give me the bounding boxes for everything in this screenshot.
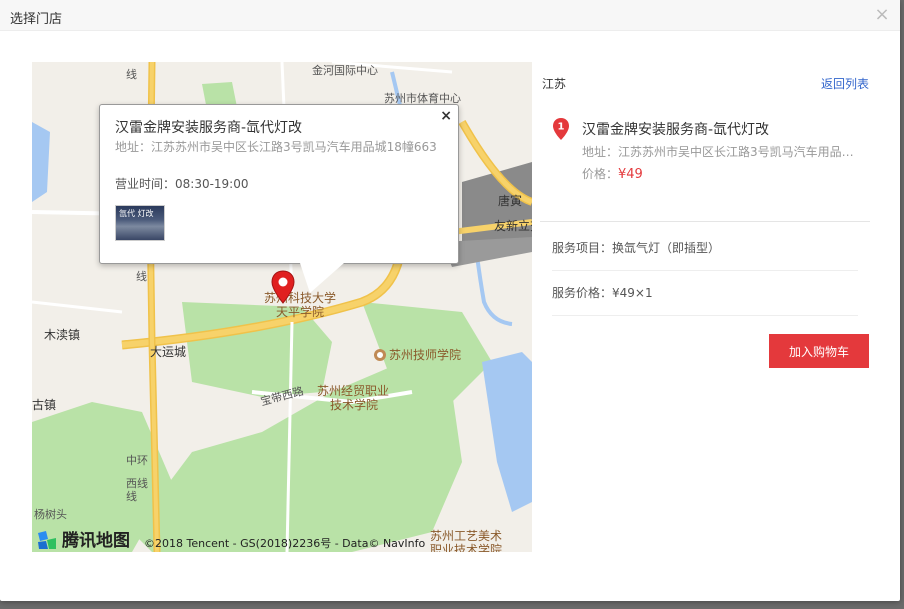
store-info-popup: × 汉雷金牌安装服务商-氙代灯改 地址：江苏苏州市吴中区长江路3号凯马汽车用品城…	[99, 104, 459, 264]
map-label-line-left: 线	[136, 270, 147, 283]
map-logo-text: 腾讯地图	[62, 531, 130, 551]
store-price: 价格：¥49	[582, 167, 643, 182]
popup-business-hours: 营业时间：08:30-19:00	[115, 177, 249, 191]
dialog-header: 选择门店 ×	[0, 0, 900, 31]
store-price-value: ¥49	[618, 167, 643, 182]
store-location-marker-icon[interactable]	[271, 270, 295, 304]
tencent-map-logo-icon	[38, 531, 56, 549]
map-label-youxinli: 友新立交	[494, 219, 532, 233]
store-index-number: 1	[558, 122, 565, 133]
map-copyright: ©2018 Tencent - GS(2018)2236号 - Data© Na…	[144, 537, 426, 550]
service-price-row: 服务价格：¥49×1	[552, 284, 858, 316]
store-address: 地址：江苏苏州市吴中区长江路3号凯马汽车用品城18幢663	[582, 145, 857, 159]
map-label-yangshu: 杨树头	[34, 508, 67, 521]
region-label: 江苏	[542, 77, 567, 91]
add-to-cart-button[interactable]: 加入购物车	[769, 334, 869, 368]
popup-pointer	[300, 263, 344, 293]
map-label-econ-college-2: 技术学院	[330, 398, 379, 412]
service-item-row: 服务项目：换氙气灯（即插型）	[552, 239, 858, 271]
store-index-pin-icon: 1	[553, 118, 569, 140]
map-label-tang: 唐寅	[498, 194, 523, 208]
map-provider-logo: 腾讯地图	[36, 526, 130, 551]
map-label-university-2: 天平学院	[276, 305, 325, 319]
close-icon[interactable]: ×	[872, 5, 892, 25]
thumbnail-sign-text: 氙代 灯改	[119, 209, 154, 218]
store-select-dialog: 选择门店 × 金河国际中心 苏州市体育中心 线 线 友新立 唐寅 木渎镇 大运城…	[0, 0, 900, 601]
map-label-arts-college-2: 职业技术学院	[430, 543, 503, 552]
map-label-zhonghuan-1: 中环	[126, 454, 148, 467]
dialog-title: 选择门店	[10, 12, 63, 27]
store-list-item[interactable]: 1 汉雷金牌安装服务商-氙代灯改 地址：江苏苏州市吴中区长江路3号凯马汽车用品城…	[540, 102, 870, 222]
store-map[interactable]: 金河国际中心 苏州市体育中心 线 线 友新立交 唐寅 木渎镇 大运城 古镇 苏州…	[32, 62, 532, 552]
map-label-mudu: 木渎镇	[44, 328, 81, 342]
popup-store-name: 汉雷金牌安装服务商-氙代灯改	[115, 120, 303, 136]
store-photo-thumbnail[interactable]: 氙代 灯改	[115, 205, 165, 241]
map-label-zhonghuan-3: 线	[126, 490, 137, 503]
store-name: 汉雷金牌安装服务商-氙代灯改	[582, 122, 770, 138]
popup-store-address: 地址：江苏苏州市吴中区长江路3号凯马汽车用品城18幢663	[115, 140, 437, 154]
popup-close-icon[interactable]: ×	[440, 108, 452, 124]
map-label-line-top: 线	[126, 68, 137, 81]
map-label-gu: 古镇	[32, 398, 57, 412]
map-label-dayun: 大运城	[150, 345, 187, 359]
map-label-technician-college: 苏州技师学院	[374, 346, 461, 363]
back-to-list-link[interactable]: 返回列表	[821, 75, 869, 92]
map-label-finance-center: 金河国际中心	[312, 64, 378, 77]
school-icon	[374, 349, 386, 361]
